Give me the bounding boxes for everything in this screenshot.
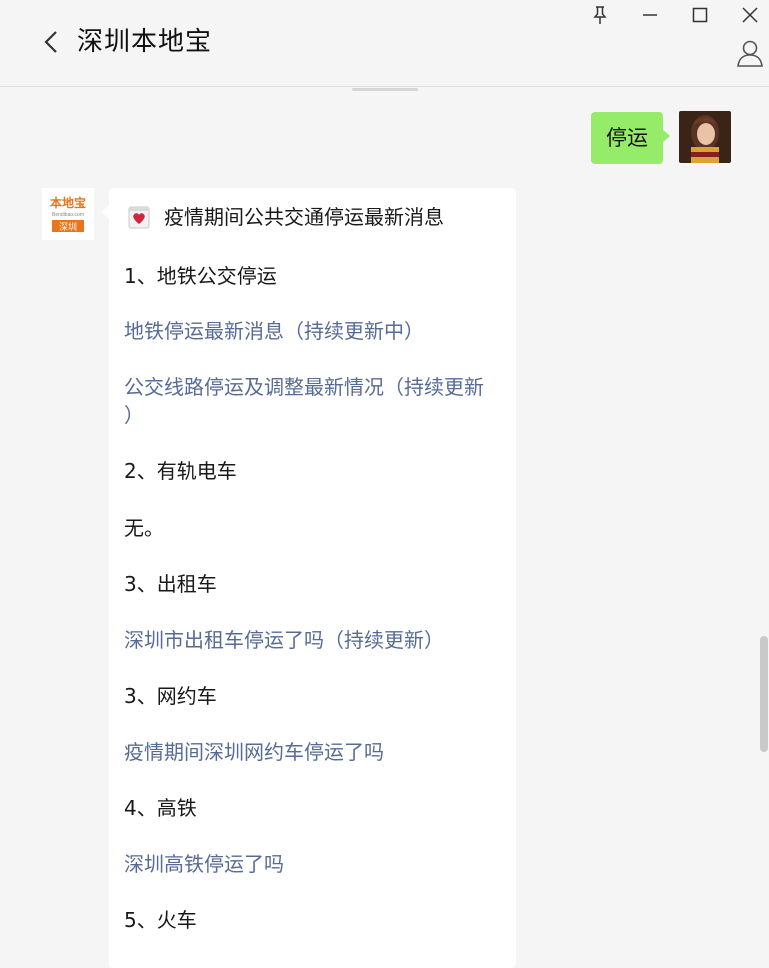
link-ride-hailing-suspension[interactable]: 疫情期间深圳网约车停运了吗 xyxy=(124,738,509,766)
minimize-icon[interactable] xyxy=(639,4,661,26)
section-heading-train: 5、火车 xyxy=(124,908,197,932)
close-icon[interactable] xyxy=(739,4,761,26)
svg-text:Bendibao.com: Bendibao.com xyxy=(52,212,84,218)
tram-status-text: 无。 xyxy=(124,516,164,540)
section-heading-tram: 2、有轨电车 xyxy=(124,459,237,483)
link-high-speed-rail-suspension[interactable]: 深圳高铁停运了吗 xyxy=(124,850,509,878)
back-chevron-icon[interactable] xyxy=(40,28,64,56)
pin-icon[interactable] xyxy=(589,4,611,26)
maximize-icon[interactable] xyxy=(689,4,711,26)
section-heading-metro-bus: 1、地铁公交停运 xyxy=(124,264,277,288)
chat-scrollbar[interactable] xyxy=(760,636,768,752)
outgoing-bubble[interactable]: 停运 xyxy=(591,112,670,164)
message-title: 疫情期间公共交通停运最新消息 xyxy=(164,205,444,229)
link-metro-suspension[interactable]: 地铁停运最新消息（持续更新中） xyxy=(124,317,509,345)
link-taxi-suspension[interactable]: 深圳市出租车停运了吗（持续更新） xyxy=(124,626,509,654)
section-heading-high-speed-rail: 4、高铁 xyxy=(124,796,197,820)
title-bar: 深圳本地宝 xyxy=(0,0,769,87)
bendibao-logo-icon: 本地宝 Bendibao.com 深圳 xyxy=(42,188,94,240)
my-avatar[interactable] xyxy=(679,111,731,163)
link-bus-suspension-cont[interactable]: ） xyxy=(124,401,509,429)
section-heading-ride-hailing: 3、网约车 xyxy=(124,684,217,708)
svg-text:本地宝: 本地宝 xyxy=(50,195,86,210)
account-avatar[interactable]: 本地宝 Bendibao.com 深圳 xyxy=(42,188,94,240)
link-bus-suspension[interactable]: 公交线路停运及调整最新情况（持续更新 xyxy=(124,373,509,401)
calendar-heart-icon xyxy=(128,206,150,229)
person-icon[interactable] xyxy=(735,38,765,68)
section-heading-taxi: 3、出租车 xyxy=(124,572,217,596)
avatar-photo-icon xyxy=(679,111,731,163)
chat-title: 深圳本地宝 xyxy=(77,27,213,57)
drag-handle[interactable] xyxy=(352,88,418,91)
svg-text:深圳: 深圳 xyxy=(59,222,77,232)
incoming-bubble[interactable]: 疫情期间公共交通停运最新消息 1、地铁公交停运 地铁停运最新消息（持续更新中） … xyxy=(101,188,516,968)
